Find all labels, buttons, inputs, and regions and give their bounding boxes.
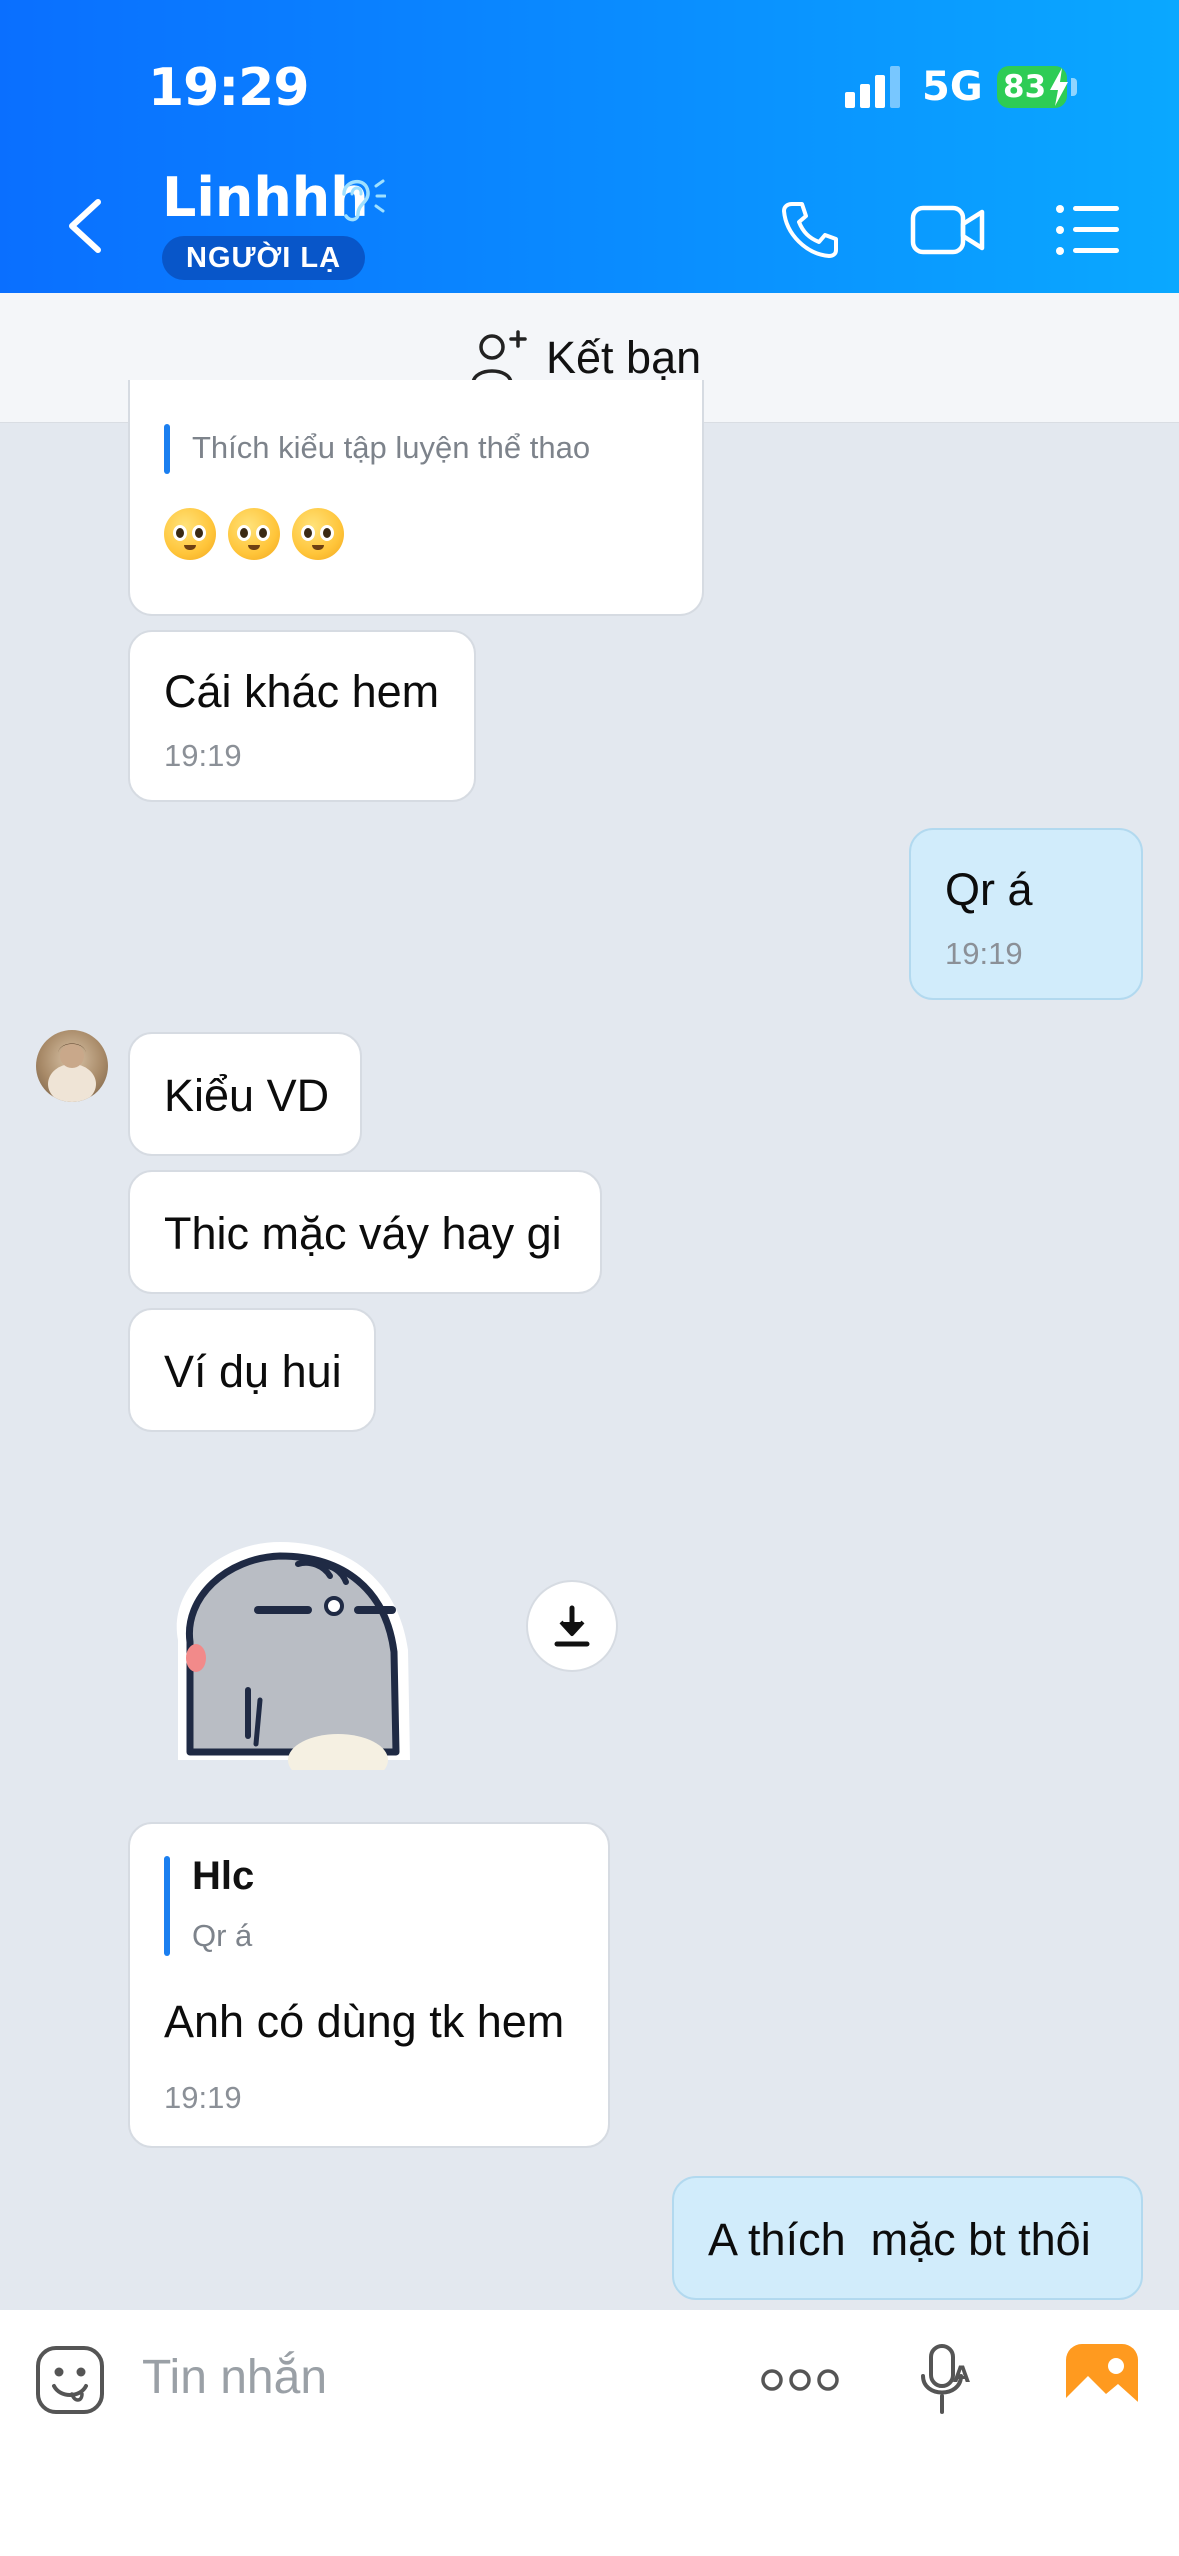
svg-text:A: A — [953, 2363, 970, 2388]
quote-text: Qr á — [192, 1918, 253, 1953]
message-bubble-reply[interactable]: Hlc Qr á Anh có dùng tk hem 19:19 — [128, 1822, 610, 2148]
message-time: 19:19 — [945, 936, 1023, 971]
signal-icon — [845, 66, 900, 108]
add-friend-label: Kết bạn — [546, 332, 702, 383]
voice-icon: A — [921, 2344, 970, 2414]
quote-bar — [164, 1856, 170, 1956]
message-bubble[interactable]: Thic mặc váy hay gi — [128, 1170, 602, 1294]
message-bubble[interactable]: Cái khác hem 19:19 — [128, 630, 476, 802]
voice-to-text-button[interactable]: A — [910, 2340, 980, 2420]
status-time: 19:29 — [148, 58, 310, 118]
message-input[interactable]: Tin nhắn — [142, 2350, 327, 2405]
pleading-face-emoji — [228, 508, 280, 560]
emoji-button[interactable] — [34, 2344, 106, 2416]
emoji-icon — [36, 2346, 104, 2414]
avatar-photo — [48, 1043, 96, 1102]
menu-icon — [1056, 205, 1119, 255]
back-button[interactable] — [62, 196, 108, 256]
message-text: Thic mặc váy hay gi — [164, 1208, 562, 1259]
contact-avatar[interactable] — [36, 1030, 108, 1102]
charging-icon — [1050, 68, 1068, 106]
network-label: 5G — [922, 64, 983, 110]
quote-text: Thích kiểu tập luyện thể thao — [192, 430, 591, 465]
video-call-button[interactable] — [908, 190, 988, 270]
message-bubble-quote-emoji[interactable]: Thích kiểu tập luyện thể thao — [128, 380, 704, 616]
message-bubble[interactable]: Kiểu VD — [128, 1032, 362, 1156]
quote-title: Hlc — [192, 1854, 255, 1898]
message-time: 19:19 — [164, 2080, 242, 2115]
gallery-button[interactable] — [1064, 2342, 1140, 2418]
pleading-face-emoji — [292, 508, 344, 560]
call-button[interactable] — [770, 190, 850, 270]
message-text: A thích mặc bt thôi — [708, 2214, 1091, 2265]
quote-bar — [164, 424, 170, 474]
download-icon — [554, 1605, 590, 1647]
ear-icon — [342, 179, 386, 222]
message-text: Anh có dùng tk hem — [164, 1996, 565, 2047]
message-input-bar: Tin nhắn A — [0, 2310, 1179, 2556]
add-friend-icon — [471, 330, 527, 385]
message-text: Kiểu VD — [164, 1070, 330, 1121]
battery-cap — [1071, 78, 1077, 96]
more-icon — [761, 2369, 839, 2391]
sticker-download-button[interactable] — [526, 1580, 618, 1672]
more-button[interactable] — [756, 2354, 844, 2406]
sticker-image[interactable] — [148, 1530, 438, 1770]
back-icon — [69, 199, 101, 253]
chat-header: 19:29 5G 83 Linhhh NGƯỜI LẠ — [0, 0, 1179, 293]
message-bubble[interactable]: Ví dụ hui — [128, 1308, 376, 1432]
my-message-bubble[interactable]: A thích mặc bt thôi — [672, 2176, 1143, 2300]
chat-options-button[interactable] — [1048, 190, 1128, 270]
phone-icon — [782, 202, 838, 258]
message-text: Ví dụ hui — [164, 1346, 342, 1397]
message-text: Cái khác hem — [164, 666, 440, 717]
stranger-badge: NGƯỜI LẠ — [162, 236, 366, 280]
message-text: Qr á — [945, 864, 1033, 915]
message-time: 19:19 — [164, 738, 242, 773]
pleading-face-emoji — [164, 508, 216, 560]
gallery-icon — [1066, 2344, 1138, 2416]
video-icon — [910, 205, 985, 255]
my-message-bubble[interactable]: Qr á 19:19 — [909, 828, 1143, 1000]
